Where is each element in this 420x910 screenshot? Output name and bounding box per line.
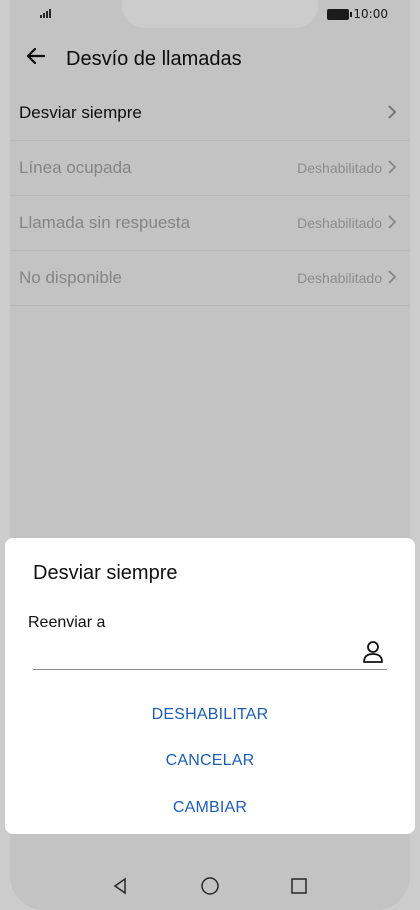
contact-icon[interactable] — [361, 639, 385, 665]
disable-button[interactable]: DESHABILITAR — [5, 706, 415, 724]
forward-to-label: Reenviar a — [28, 614, 106, 631]
phone-frame: 10:00 Desvío de llamadas Desviar siempre… — [0, 0, 420, 910]
dialog-title: Desviar siempre — [33, 562, 178, 584]
forward-number-input[interactable] — [33, 642, 357, 668]
forward-dialog: Desviar siempre Reenviar a DESHABILITAR … — [5, 538, 415, 834]
input-underline — [33, 669, 387, 670]
change-button[interactable]: CAMBIAR — [5, 799, 415, 817]
cancel-button[interactable]: CANCELAR — [5, 752, 415, 770]
